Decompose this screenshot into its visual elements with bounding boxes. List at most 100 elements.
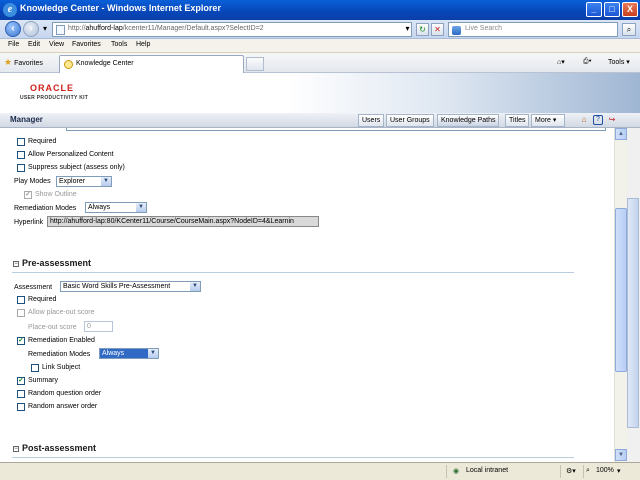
post-assessment-heading: Post-assessment: [22, 443, 97, 453]
cut-off-field: [66, 128, 606, 131]
chevron-down-icon: ▼: [148, 349, 158, 358]
page-scroll-thumb[interactable]: [627, 198, 639, 428]
browser-tab[interactable]: Knowledge Center: [59, 55, 244, 73]
random-answer-checkbox[interactable]: [17, 403, 25, 411]
menu-file[interactable]: File: [8, 41, 19, 48]
menu-help[interactable]: Help: [136, 41, 150, 48]
logout-icon[interactable]: ↪: [607, 115, 617, 125]
address-url: http://ahufford-lap/kcenter11/Manager/De…: [68, 25, 264, 32]
allow-placeout-checkbox[interactable]: [17, 309, 25, 317]
home-icon[interactable]: ⌂: [579, 115, 589, 125]
search-input[interactable]: Live Search: [448, 22, 618, 37]
zoom-dropdown-icon[interactable]: ▾: [617, 467, 621, 475]
tab-page-icon: [64, 60, 73, 69]
suppress-subject-label: Suppress subject (assess only): [28, 164, 125, 171]
address-input[interactable]: http://ahufford-lap/kcenter11/Manager/De…: [52, 22, 412, 37]
chevron-down-icon: ▼: [101, 177, 111, 186]
new-tab-button[interactable]: [246, 57, 264, 71]
page-title: Manager: [10, 115, 43, 124]
pre-required-checkbox[interactable]: [17, 296, 25, 304]
menu-favorites[interactable]: Favorites: [72, 41, 101, 48]
intranet-icon: ◉: [453, 468, 460, 475]
main-content: Required Allow Personalized Content Supp…: [0, 128, 614, 462]
status-bar: ◉ Local intranet ⚙▾ ⌕ 100% ▾: [0, 462, 640, 480]
pre-remediation-modes-select[interactable]: Always ▼: [99, 348, 159, 359]
nav-titles[interactable]: Titles: [505, 114, 530, 127]
menu-bar: File Edit View Favorites Tools Help: [0, 39, 640, 53]
allow-personalized-checkbox[interactable]: [17, 151, 25, 159]
scroll-thumb[interactable]: [615, 208, 627, 372]
back-button[interactable]: ‹: [5, 21, 21, 37]
nav-more[interactable]: More ▾: [531, 114, 565, 127]
required-label: Required: [28, 138, 57, 145]
app-header: ORACLE USER PRODUCTIVITY KIT: [0, 73, 640, 113]
help-icon[interactable]: ?: [593, 115, 603, 125]
play-modes-select[interactable]: Explorer ▼: [56, 176, 112, 187]
collapse-pre-assessment-icon[interactable]: −: [13, 261, 19, 267]
window-title-bar: e Knowledge Center - Windows Internet Ex…: [0, 0, 640, 20]
menu-view[interactable]: View: [49, 41, 64, 48]
section-divider: [12, 272, 574, 273]
protected-mode-icon: ⚙▾: [566, 468, 576, 475]
address-dropdown-icon[interactable]: ▾: [401, 23, 414, 36]
menu-edit[interactable]: Edit: [28, 41, 40, 48]
hyperlink-label: Hyperlink: [14, 219, 44, 226]
show-outline-label: Show Outline: [35, 191, 77, 198]
search-icon[interactable]: ⌕: [622, 23, 636, 36]
tools-menu-button[interactable]: Tools ▾: [608, 58, 630, 66]
page-scrollbar[interactable]: [627, 128, 640, 462]
link-subject-label: Link Subject: [42, 364, 81, 371]
nav-users[interactable]: Users: [358, 114, 385, 127]
summary-checkbox[interactable]: ✓: [17, 377, 25, 385]
scroll-up-icon[interactable]: ▲: [615, 128, 627, 140]
refresh-icon[interactable]: ↻: [416, 23, 429, 36]
play-modes-label: Play Modes: [14, 178, 51, 185]
star-icon: ★: [4, 57, 13, 67]
favorites-bar: ★ Favorites Knowledge Center ⌂▾ ⎙▾ Tools …: [0, 53, 640, 73]
content-scrollbar[interactable]: ▲ ▼: [614, 128, 627, 462]
print-cmd-icon[interactable]: ⎙▾: [583, 58, 592, 66]
forward-button[interactable]: ›: [23, 21, 39, 37]
link-subject-checkbox[interactable]: [31, 364, 39, 372]
section-divider: [12, 457, 574, 458]
chevron-down-icon: ▼: [190, 282, 200, 291]
scroll-down-icon[interactable]: ▼: [615, 449, 627, 461]
home-cmd-icon[interactable]: ⌂▾: [557, 58, 565, 66]
zoom-level[interactable]: 100%: [596, 467, 614, 474]
remediation-enabled-checkbox[interactable]: ✓: [17, 337, 25, 345]
window-title: Knowledge Center - Windows Internet Expl…: [20, 3, 221, 13]
remediation-modes-label: Remediation Modes: [14, 205, 77, 212]
assessment-label: Assessment: [14, 284, 53, 291]
address-toolbar: ‹ › ▾ http://ahufford-lap/kcenter11/Mana…: [0, 20, 640, 39]
random-question-checkbox[interactable]: [17, 390, 25, 398]
hyperlink-field[interactable]: http://ahufford-lap:80/KCenter11/Course/…: [47, 216, 319, 227]
nav-user-groups[interactable]: User Groups: [386, 114, 434, 127]
zoom-icon[interactable]: ⌕: [586, 467, 590, 475]
pre-required-label: Required: [28, 296, 57, 303]
favorites-button[interactable]: ★ Favorites: [4, 57, 43, 68]
search-placeholder: Live Search: [465, 25, 502, 32]
maximize-button[interactable]: □: [604, 2, 620, 17]
oracle-logo: ORACLE USER PRODUCTIVITY KIT: [20, 83, 89, 101]
history-dropdown-icon[interactable]: ▾: [40, 23, 50, 36]
minimize-button[interactable]: _: [586, 2, 602, 17]
allow-placeout-label: Allow place-out score: [28, 309, 95, 316]
zone-label: Local intranet: [466, 467, 509, 474]
close-button[interactable]: X: [622, 2, 638, 17]
placeout-score-input[interactable]: 0: [84, 321, 113, 332]
show-outline-checkbox[interactable]: ✓: [24, 191, 32, 199]
pre-remediation-modes-label: Remediation Modes: [28, 351, 91, 358]
random-question-label: Random question order: [28, 390, 102, 397]
collapse-post-assessment-icon[interactable]: −: [13, 446, 19, 452]
suppress-subject-checkbox[interactable]: [17, 164, 25, 172]
summary-label: Summary: [28, 377, 58, 384]
required-checkbox[interactable]: [17, 138, 25, 146]
nav-knowledge-paths[interactable]: Knowledge Paths: [437, 114, 500, 127]
chevron-down-icon: ▼: [136, 203, 146, 212]
menu-tools[interactable]: Tools: [111, 41, 127, 48]
page-icon: [56, 25, 65, 35]
assessment-select[interactable]: Basic Word Skills Pre-Assessment ▼: [60, 281, 201, 292]
remediation-modes-select[interactable]: Always ▼: [85, 202, 147, 213]
stop-icon[interactable]: ✕: [431, 23, 444, 36]
random-answer-label: Random answer order: [28, 403, 98, 410]
